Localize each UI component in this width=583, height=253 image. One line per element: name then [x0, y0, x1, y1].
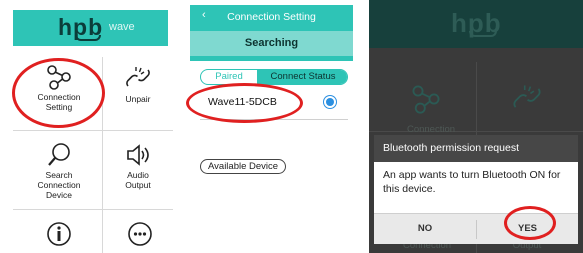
search-connection-device-tile[interactable]: Search Connection Device	[28, 142, 90, 200]
tile-label-text: Unpair	[125, 94, 151, 104]
logo-smile	[469, 31, 497, 37]
segment-control: Paired Connect Status	[200, 69, 348, 85]
unpair-tile[interactable]: Unpair	[110, 64, 166, 104]
available-device-button[interactable]: Available Device	[200, 159, 287, 174]
tile-label-text: Audio Output	[125, 170, 151, 190]
dimmed-header: hpb	[369, 0, 583, 48]
more-tile[interactable]	[115, 220, 165, 250]
tile-label-unpair: Unpair	[110, 94, 166, 104]
tile-label-audio-output: Audio Output	[110, 170, 166, 190]
audio-output-tile[interactable]: Audio Output	[110, 142, 166, 190]
tab-connect-status[interactable]: Connect Status	[257, 70, 347, 84]
brand-header: hpb wave	[13, 10, 168, 46]
bluetooth-permission-screen: hpb Connection Connection Output Bluetoo…	[369, 0, 583, 253]
no-button[interactable]: NO	[374, 214, 476, 245]
grid-divider	[13, 209, 173, 210]
tile-label-search: Search Connection Device	[28, 170, 90, 200]
logo-suffix: wave	[109, 21, 135, 33]
highlight-circle	[12, 58, 105, 128]
header-title: Connection Setting	[227, 11, 316, 23]
connection-setting-screen: ‹ Connection Setting Searching Paired Co…	[183, 0, 353, 253]
searching-status: Searching	[244, 37, 299, 49]
main-menu-screen: hpb wave Connection Setting Unpair Searc…	[0, 0, 178, 253]
tab-paired[interactable]: Paired	[201, 70, 257, 84]
more-dots-icon	[128, 222, 152, 246]
info-icon	[47, 222, 71, 246]
bg-label: Connection	[406, 124, 456, 135]
highlight-circle	[504, 206, 556, 240]
logo-smile	[75, 35, 101, 41]
broken-link-icon	[513, 85, 541, 108]
highlight-circle	[186, 83, 303, 123]
tile-label-text: Search Connection Device	[37, 170, 81, 200]
info-tile[interactable]	[34, 220, 84, 250]
magnifier-icon	[48, 143, 70, 166]
broken-link-icon	[126, 67, 150, 87]
grid-divider	[13, 130, 173, 131]
selected-radio[interactable]	[326, 98, 334, 106]
status-bar: Searching	[190, 31, 353, 56]
dialog-title: Bluetooth permission request	[374, 135, 578, 162]
share-nodes-icon	[412, 85, 440, 114]
speaker-icon	[127, 144, 149, 166]
dialog-message: An app wants to turn Bluetooth ON for th…	[383, 169, 561, 195]
